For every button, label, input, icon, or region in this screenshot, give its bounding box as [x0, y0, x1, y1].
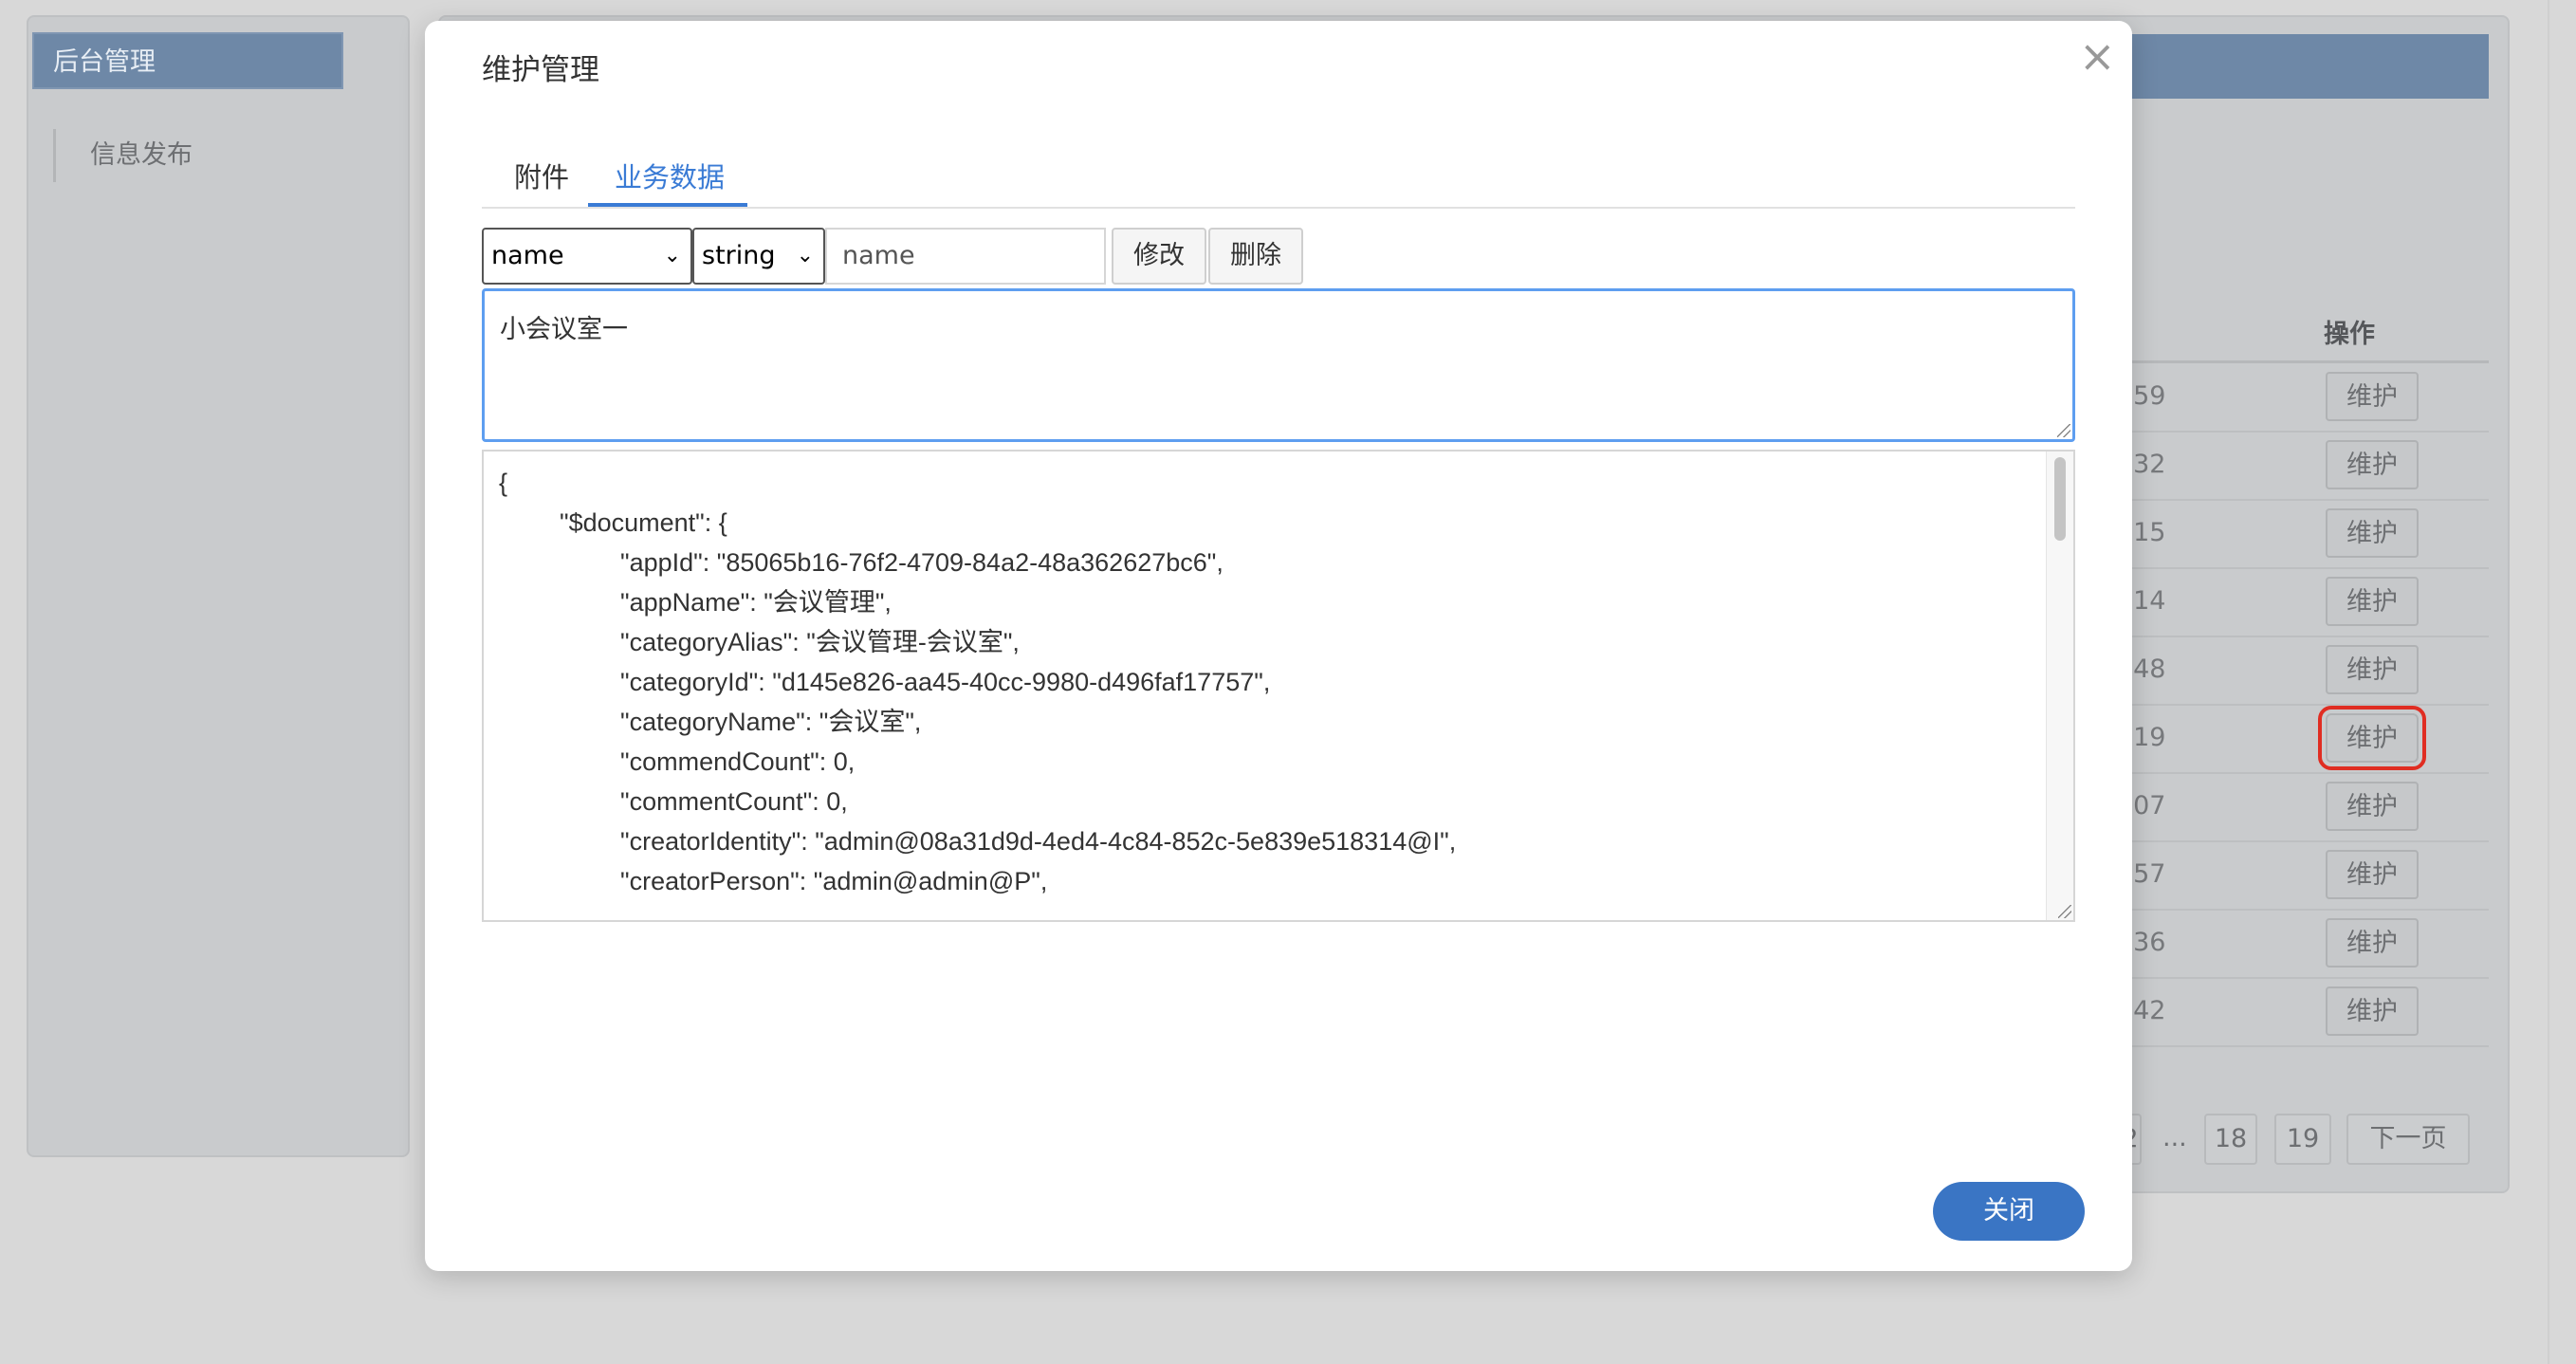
tab-bar: 附件 业务数据	[482, 133, 2075, 209]
sidebar-header[interactable]: 后台管理	[32, 32, 343, 89]
field-name-select[interactable]: name ⌄	[482, 228, 692, 285]
json-line: "appName": "会议管理",	[620, 588, 892, 617]
field-key-input[interactable]: name	[825, 228, 1106, 285]
table-row: :19 维护	[2125, 704, 2489, 774]
json-line: "appId": "85065b16-76f2-4709-84a2-48a362…	[620, 548, 1224, 577]
active-tab-indicator	[588, 203, 747, 207]
json-line: "categoryAlias": "会议管理-会议室",	[620, 628, 1020, 656]
json-document-textarea[interactable]: { "$document": { "appId": "85065b16-76f2-4…	[482, 450, 2075, 922]
pagination-page-18[interactable]: 18	[2204, 1114, 2257, 1165]
json-line: "categoryId": "d145e826-aa45-40cc-9980-d…	[620, 668, 1271, 696]
tab-attachments[interactable]: 附件	[514, 156, 569, 195]
field-value-text: 小会议室一	[500, 315, 628, 344]
table-row: :42 维护	[2125, 977, 2489, 1047]
pagination-next-button[interactable]: 下一页	[2346, 1114, 2470, 1165]
close-icon[interactable]: ×	[2079, 34, 2116, 78]
table-row: :32 维护	[2125, 431, 2489, 501]
maintain-button[interactable]: 维护	[2326, 372, 2419, 421]
resize-handle-icon[interactable]	[2057, 424, 2070, 437]
pagination-page-19[interactable]: 19	[2274, 1114, 2331, 1165]
maintain-button[interactable]: 维护	[2326, 782, 2419, 831]
tab-business-data[interactable]: 业务数据	[615, 156, 725, 195]
field-value-textarea[interactable]: 小会议室一	[482, 288, 2075, 442]
maintain-button[interactable]: 维护	[2326, 440, 2419, 489]
maintain-button[interactable]: 维护	[2326, 577, 2419, 626]
chevron-down-icon: ⌄	[796, 244, 814, 267]
json-line: {	[499, 469, 508, 497]
json-line: "$document": {	[560, 508, 727, 537]
json-line: "creatorPerson": "admin@admin@P",	[620, 867, 1048, 895]
field-name-select-value: name	[491, 241, 564, 270]
json-scrollbar-thumb[interactable]	[2054, 457, 2066, 541]
maintain-button[interactable]: 维护	[2326, 508, 2419, 558]
table-row: :57 维护	[2125, 840, 2489, 911]
delete-button[interactable]: 删除	[1208, 228, 1303, 285]
table-row: :48 维护	[2125, 636, 2489, 706]
json-line: "creatorIdentity": "admin@08a31d9d-4ed4-…	[620, 827, 1457, 856]
table-header: 操作	[2125, 304, 2489, 363]
maintain-button[interactable]: 维护	[2326, 645, 2419, 694]
json-line: "commentCount": 0,	[620, 787, 848, 816]
field-type-select-value: string	[702, 241, 776, 270]
close-button[interactable]: 关闭	[1933, 1182, 2085, 1241]
sidebar	[27, 15, 410, 1157]
pagination-ellipsis: ...	[2162, 1123, 2187, 1152]
table-row: :59 维护	[2125, 362, 2489, 433]
json-scrollbar[interactable]	[2046, 452, 2073, 920]
table-row: :36 维护	[2125, 909, 2489, 979]
modify-button[interactable]: 修改	[1112, 228, 1206, 285]
table-row: :15 维护	[2125, 499, 2489, 569]
action-column-header: 操作	[2324, 320, 2375, 349]
table-row: :14 维护	[2125, 567, 2489, 637]
chevron-down-icon: ⌄	[663, 244, 681, 267]
dialog-title: 维护管理	[482, 53, 599, 87]
sidebar-item-info-publish[interactable]: 信息发布	[53, 129, 193, 182]
resize-handle-icon[interactable]	[2058, 905, 2071, 918]
table-row: :07 维护	[2125, 772, 2489, 842]
maintain-button[interactable]: 维护	[2326, 850, 2419, 899]
maintain-button[interactable]: 维护	[2326, 986, 2419, 1036]
json-line: "categoryName": "会议室",	[620, 708, 922, 736]
content-header-bar	[2125, 34, 2489, 99]
page-scrollbar[interactable]	[2548, 0, 2576, 1364]
maintenance-dialog: 维护管理 × 附件 业务数据 name ⌄ string ⌄ name 修改 删…	[425, 21, 2132, 1271]
json-line: "commendCount": 0,	[620, 747, 856, 776]
field-type-select[interactable]: string ⌄	[692, 228, 825, 285]
maintain-button-highlighted[interactable]: 维护	[2318, 706, 2426, 770]
maintain-button[interactable]: 维护	[2326, 918, 2419, 968]
